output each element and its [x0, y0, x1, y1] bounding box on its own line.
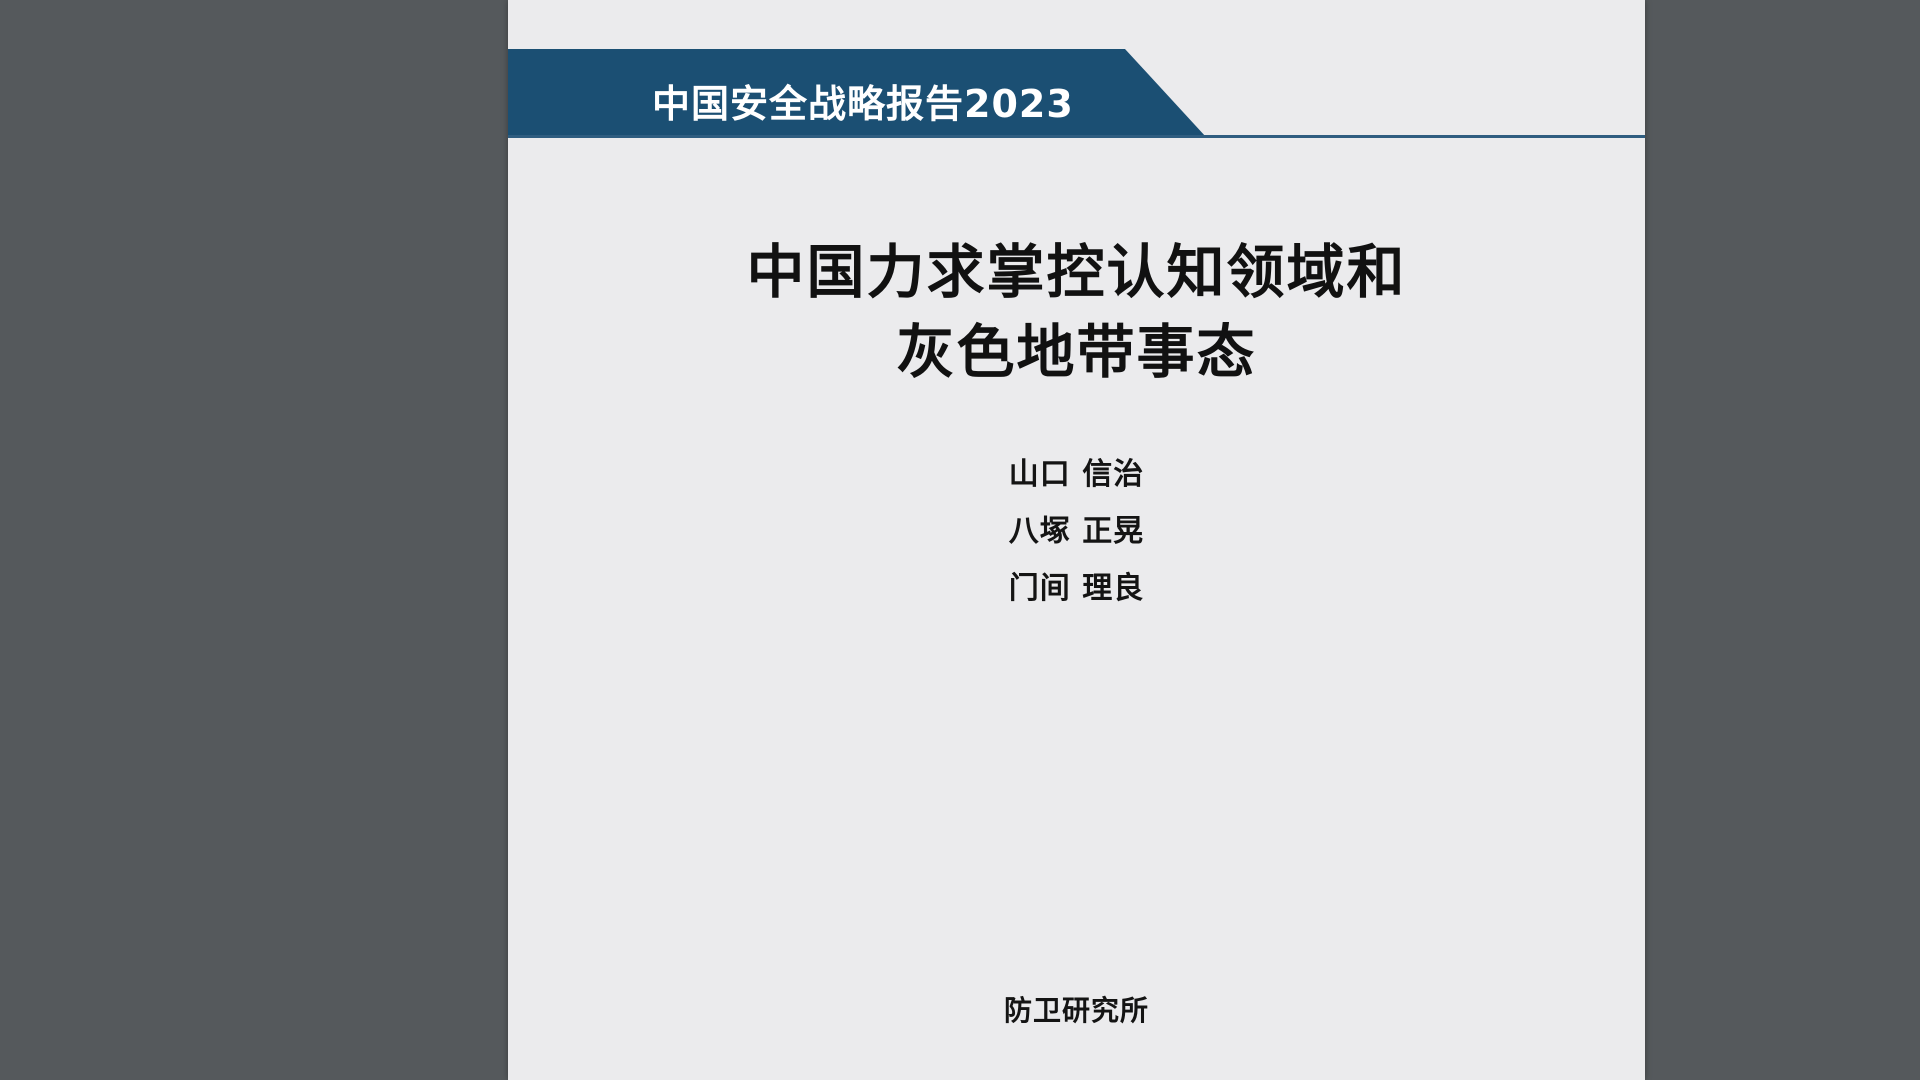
author-name: 山口 信治: [1008, 457, 1145, 492]
report-title-line: 灰色地带事态: [896, 318, 1257, 386]
publisher-name: 防卫研究所: [1003, 994, 1149, 1027]
document-viewer: 中国安全战略报告2023 中国力求掌控认知领域和 灰色地带事态 山口 信治 八塚…: [0, 0, 1920, 1080]
banner-rule: [508, 135, 1645, 138]
report-title-line: 中国力求掌控认知领域和: [746, 238, 1407, 306]
author-list: 山口 信治 八塚 正晃 门间 理良: [508, 446, 1645, 617]
author-name: 八塚 正晃: [1008, 514, 1145, 549]
series-title: 中国安全战略报告2023: [652, 82, 1074, 126]
report-title: 中国力求掌控认知领域和 灰色地带事态: [508, 232, 1645, 392]
author-name: 门间 理良: [1008, 571, 1145, 606]
document-page[interactable]: 中国安全战略报告2023 中国力求掌控认知领域和 灰色地带事态 山口 信治 八塚…: [508, 0, 1645, 1080]
